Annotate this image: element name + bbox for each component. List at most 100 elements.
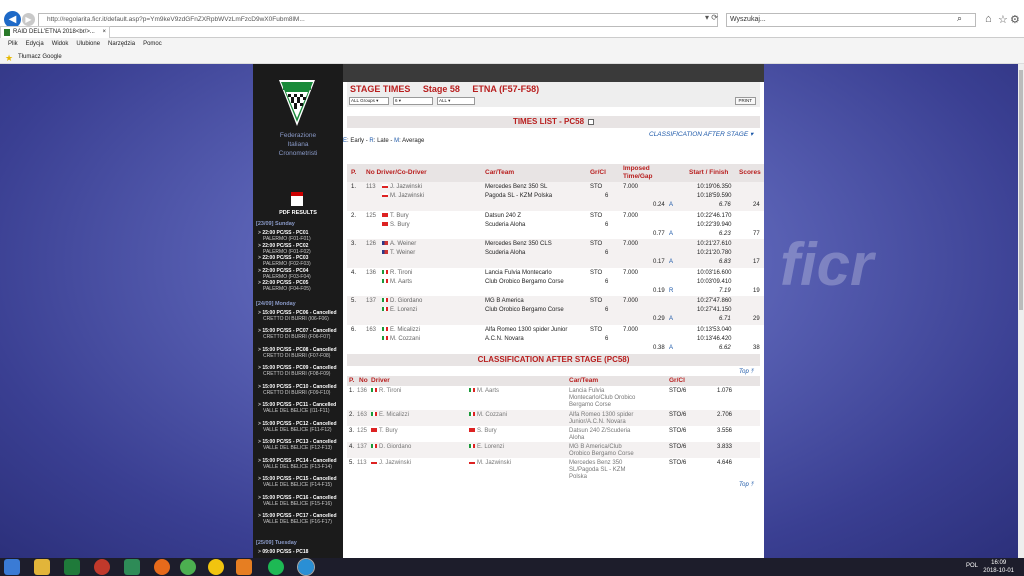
pdf-results-link[interactable]: [283, 192, 311, 206]
table-row[interactable]: 6. 163 Alfa Romeo 1300 spider Junior A.C.N.…: [347, 325, 764, 354]
sidebar-stage-item[interactable]: > 15:00 PC/SS - PC08 - Cancelled CRETTO D…: [258, 347, 342, 359]
internet-explorer-icon[interactable]: [297, 558, 315, 576]
flag-icon: [382, 250, 388, 255]
clock[interactable]: 16:09 2018-10-01: [983, 559, 1014, 575]
flag-icon: [371, 412, 377, 417]
team-name: Club Orobico Bergamo Corse: [485, 307, 564, 313]
firefox-icon[interactable]: [154, 559, 170, 575]
sidebar-stage-item[interactable]: > 22:00 PC/SS - PC02 PALERMO (F01-F02): [258, 243, 342, 255]
codriver-name: M. Aarts: [477, 388, 500, 394]
sidebar-stage-item[interactable]: > 15:00 PC/SS - PC11 - Cancelled VALLE DE…: [258, 402, 342, 414]
car-team: Montecarlo/Club Orobico: [569, 395, 636, 401]
menu-favorites[interactable]: Ulubione: [76, 38, 100, 51]
flag-icon: [469, 388, 475, 393]
sidebar-stage-item[interactable]: > 15:00 PC/SS - PC10 - Cancelled CRETTO D…: [258, 384, 342, 396]
table-row[interactable]: 1. 113 Mercedes Benz 350 SL Pagoda SL - KZM…: [347, 182, 764, 211]
forward-arrow-icon[interactable]: ▶: [22, 13, 35, 26]
top-link[interactable]: Top ⤒: [739, 369, 753, 376]
pdf-results-label[interactable]: PDF RESULTS: [253, 210, 343, 216]
codriver-name-cell: M. Aarts: [382, 279, 412, 285]
stage-item-location: VALLE DEL BELICE (F16-F17): [263, 519, 332, 525]
sidebar-stage-item[interactable]: > 15:00 PC/SS - PC12 - Cancelled VALLE DE…: [258, 421, 342, 433]
refresh-icon[interactable]: ▾ ⟳: [705, 13, 718, 22]
sidebar-stage-item[interactable]: > 15:00 PC/SS - PC13 - Cancelled VALLE DE…: [258, 439, 342, 451]
table-row[interactable]: 5. 137 MG B America Club Orobico Bergamo Co…: [347, 296, 764, 325]
page-title: STAGE TIMES: [350, 84, 411, 94]
menu-help[interactable]: Pomoc: [143, 38, 162, 51]
position: 3.: [349, 428, 355, 434]
car-number: 113: [357, 460, 367, 466]
sidebar-stage-item[interactable]: > 15:00 PC/SS - PC07 - Cancelled CRETTO D…: [258, 328, 342, 340]
close-tab-icon[interactable]: ×: [102, 27, 106, 38]
stage-item-location: PALERMO (F04-F05): [263, 286, 311, 292]
driver-name: J. Jazwinski: [379, 460, 412, 466]
flag-icon: [382, 193, 388, 198]
category-select[interactable]: ALL ▾: [437, 97, 475, 105]
address-bar[interactable]: http://regolarita.ficr.it/default.asp?p=…: [38, 13, 718, 27]
class-select[interactable]: 6 ▾: [393, 97, 433, 105]
sidebar-stage-item[interactable]: > 22:00 PC/SS - PC04 PALERMO (F03-F04): [258, 268, 342, 280]
average: 7.19: [719, 287, 731, 294]
favorites-star-icon[interactable]: ☆: [998, 13, 1008, 26]
spotify-icon[interactable]: [268, 559, 284, 575]
sidebar-stage-item[interactable]: > 15:00 PC/SS - PC06 - Cancelled CRETTO D…: [258, 310, 342, 322]
sidebar-stage-item[interactable]: > 15:00 PC/SS - PC14 - Cancelled VALLE DE…: [258, 458, 342, 470]
search-icon[interactable]: ⌕: [957, 13, 962, 24]
print-button[interactable]: PRINT: [734, 97, 756, 105]
top-link-bottom[interactable]: Top ⤒: [739, 482, 753, 489]
sidebar-stage-item[interactable]: > 09:00 PC/SS - PC18: [258, 549, 342, 555]
file-explorer-icon[interactable]: [34, 559, 50, 575]
expand-icon[interactable]: [588, 118, 595, 125]
group-class: STO/6: [669, 460, 687, 466]
browser-tab[interactable]: RAID DELL'ETNA 2018<br/>... ×: [0, 26, 110, 38]
sidebar-stage-item[interactable]: > 22:00 PC/SS - PC03 PALERMO (F02-F03): [258, 255, 342, 267]
sidebar-stage-item[interactable]: > 15:00 PC/SS - PC17 - Cancelled VALLE DE…: [258, 513, 342, 525]
finish-time: 10:13'46.420: [697, 335, 732, 342]
classification-link[interactable]: CLASSIFICATION AFTER STAGE ▾: [649, 130, 753, 138]
car-team: Mercedes Benz 350: [569, 460, 623, 466]
menu-file[interactable]: Plik: [8, 38, 18, 51]
codriver-name: E. Lorenzi: [390, 307, 418, 313]
stage-item-location: CRETTO DI BURRI (F08-F09): [263, 371, 331, 377]
table-row[interactable]: 1. 136 STO/6 1.076 R. Tironi M. Aarts Lancia F…: [347, 386, 760, 410]
table-row[interactable]: 2. 163 STO/6 2.706 E. Micalizzi M. Cozzani Alf…: [347, 410, 760, 426]
menu-edit[interactable]: Edycja: [26, 38, 44, 51]
table-row[interactable]: 3. 125 STO/6 3.556 T. Bury S. Bury Datsun 240 …: [347, 426, 760, 442]
car-name: Lancia Fulvia Montecarlo: [485, 269, 552, 276]
start-windows-icon[interactable]: [4, 559, 20, 575]
gear-icon[interactable]: ⚙: [1010, 13, 1020, 26]
outlook-icon[interactable]: [236, 559, 252, 575]
chrome-icon[interactable]: [180, 559, 196, 575]
car-team: Lancia Fulvia: [569, 388, 605, 394]
scrollbar-thumb[interactable]: [1019, 70, 1023, 310]
sidebar-stage-item[interactable]: > 15:00 PC/SS - PC09 - Cancelled CRETTO D…: [258, 365, 342, 377]
app-icon-2[interactable]: [124, 559, 140, 575]
menu-tools[interactable]: Narzędzia: [108, 38, 135, 51]
sidebar: Federazione Italiana Cronometristi PDF R…: [253, 64, 343, 558]
average: 6.83: [719, 259, 731, 265]
car-number: 137: [366, 298, 377, 304]
stage-item-label: 15:00 PC/SS - PC08 - Cancelled: [262, 346, 337, 353]
flag-icon: [382, 221, 388, 226]
sidebar-stage-item[interactable]: > 22:00 PC/SS - PC05 PALERMO (F04-F05): [258, 280, 342, 292]
stage-item-label: 09:00 PC/SS - PC18: [262, 548, 309, 555]
position: 5.: [351, 298, 357, 304]
table-row[interactable]: 5. 113 STO/6 4.646 J. Jazwinski M. Jazwinski M…: [347, 458, 760, 482]
table-row[interactable]: 3. 126 Mercedes Benz 350 CLS Scuderia Aloha…: [347, 239, 764, 268]
home-icon[interactable]: ⌂: [985, 13, 992, 25]
table-row[interactable]: 4. 136 Lancia Fulvia Montecarlo Club Orobic…: [347, 268, 764, 297]
app-icon-3[interactable]: [208, 559, 224, 575]
table-row[interactable]: 4. 137 STO/6 3.833 D. Giordano E. Lorenzi MG B…: [347, 442, 760, 458]
excel-icon[interactable]: [64, 559, 80, 575]
app-icon[interactable]: [94, 559, 110, 575]
search-input[interactable]: Wyszukaj...: [726, 13, 976, 27]
menu-view[interactable]: Widok: [52, 38, 69, 51]
sidebar-stage-item[interactable]: > 22:00 PC/SS - PC01 PALERMO (F01-F01): [258, 230, 342, 242]
language-indicator[interactable]: POL: [966, 563, 978, 569]
start-time: 10:27'47.860: [697, 298, 732, 304]
group-select[interactable]: ALL Groups ▾: [349, 97, 389, 105]
sidebar-stage-item[interactable]: > 15:00 PC/SS - PC16 - Cancelled VALLE DE…: [258, 495, 342, 507]
table-row[interactable]: 2. 125 Datsun 240 Z Scuderia Aloha STO 6 7.000…: [347, 211, 764, 240]
sidebar-stage-item[interactable]: > 15:00 PC/SS - PC15 - Cancelled VALLE DE…: [258, 476, 342, 488]
favorite-link[interactable]: Tłumacz Google: [18, 54, 62, 60]
